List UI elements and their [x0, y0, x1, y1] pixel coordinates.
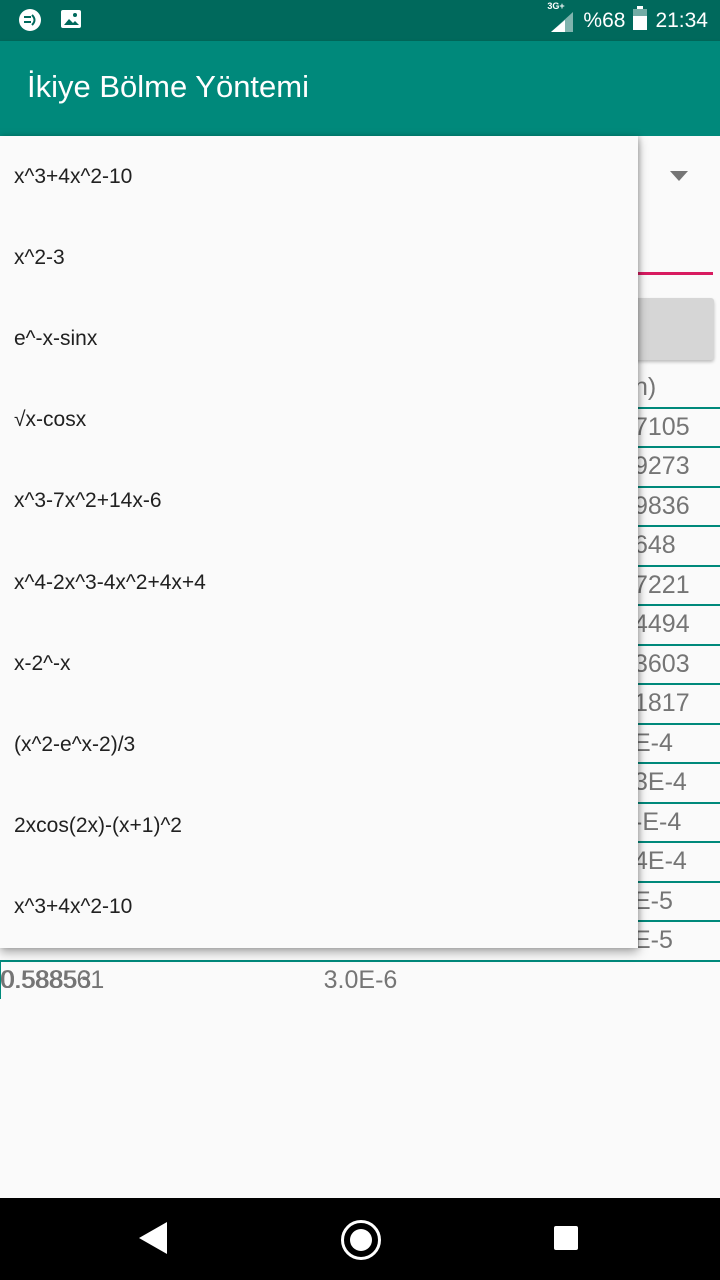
app-title: İkiye Bölme Yöntemi [27, 69, 309, 104]
battery-percent: %68 [583, 9, 626, 32]
recent-apps-icon[interactable] [554, 1226, 578, 1250]
table-cell: 3.0E-6 [323, 965, 398, 994]
status-bar: 3G+ %68 21:34 [0, 0, 720, 41]
table-row: 0.588561 0.5885 0.58853 3.0E-6 [0, 961, 720, 1000]
back-icon[interactable] [139, 1222, 167, 1254]
dropdown-item[interactable]: x^4-2x^3-4x^2+4x+4 [0, 542, 638, 623]
dropdown-item[interactable]: 2xcos(2x)-(x+1)^2 [0, 786, 638, 867]
dropdown-item[interactable]: x^3-7x^2+14x-6 [0, 461, 638, 542]
dropdown-item[interactable]: (x^2-e^x-2)/3 [0, 704, 638, 785]
signal-icon: 3G+ [547, 1, 575, 33]
messenger-notification-icon [18, 8, 42, 37]
dropdown-item[interactable]: x^3+4x^2-10 [0, 136, 638, 217]
navigation-bar [0, 1198, 720, 1280]
dropdown-item[interactable]: e^-x-sinx [0, 298, 638, 379]
app-bar: İkiye Bölme Yöntemi [0, 41, 720, 136]
home-icon[interactable] [341, 1220, 381, 1260]
dropdown-item[interactable]: √x-cosx [0, 380, 638, 461]
image-notification-icon [60, 8, 82, 35]
battery-icon [633, 6, 648, 36]
clock: 21:34 [655, 9, 708, 32]
function-dropdown-list: x^3+4x^2-10 x^2-3 e^-x-sinx √x-cosx x^3-… [0, 136, 638, 948]
dropdown-item[interactable]: x^3+4x^2-10 [0, 867, 638, 948]
spinner-dropdown-arrow-icon[interactable] [670, 171, 688, 181]
dropdown-item[interactable]: x^2-3 [0, 217, 638, 298]
dropdown-item[interactable]: x-2^-x [0, 623, 638, 704]
